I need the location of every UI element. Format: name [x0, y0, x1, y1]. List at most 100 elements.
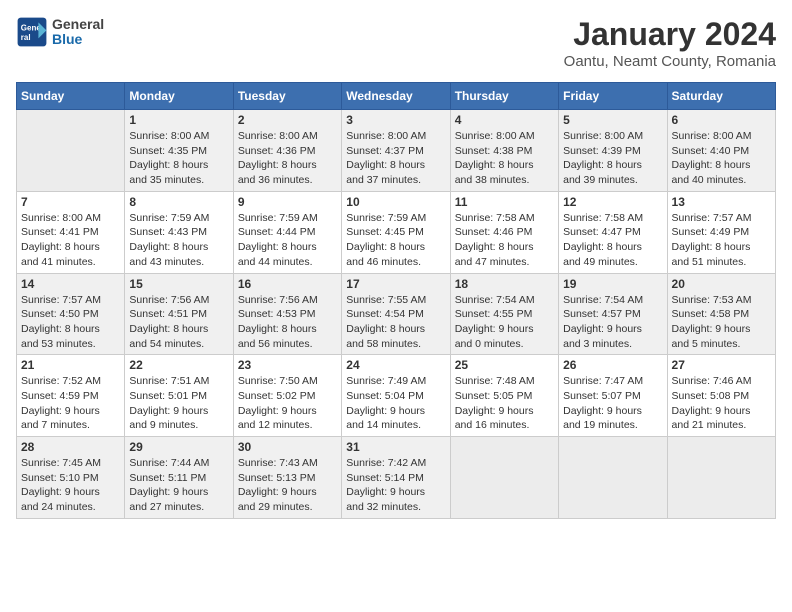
day-number: 31 — [346, 440, 445, 454]
day-number: 27 — [672, 358, 771, 372]
day-of-week-header: Wednesday — [342, 83, 450, 110]
calendar-day-cell: 1 Sunrise: 8:00 AMSunset: 4:35 PMDaylight… — [125, 110, 233, 192]
day-number: 29 — [129, 440, 228, 454]
calendar-day-cell — [667, 437, 775, 519]
day-number: 6 — [672, 113, 771, 127]
logo-text: General Blue — [52, 17, 104, 48]
calendar-day-cell: 30 Sunrise: 7:43 AMSunset: 5:13 PMDayligh… — [233, 437, 341, 519]
day-number: 13 — [672, 195, 771, 209]
day-info: Sunrise: 7:51 AMSunset: 5:01 PMDaylight:… — [129, 374, 228, 433]
day-number: 17 — [346, 277, 445, 291]
day-info: Sunrise: 7:52 AMSunset: 4:59 PMDaylight:… — [21, 374, 120, 433]
calendar-day-cell: 27 Sunrise: 7:46 AMSunset: 5:08 PMDayligh… — [667, 355, 775, 437]
calendar-header-row: SundayMondayTuesdayWednesdayThursdayFrid… — [17, 83, 776, 110]
day-info: Sunrise: 7:50 AMSunset: 5:02 PMDaylight:… — [238, 374, 337, 433]
day-info: Sunrise: 7:59 AMSunset: 4:44 PMDaylight:… — [238, 211, 337, 270]
calendar-day-cell: 9 Sunrise: 7:59 AMSunset: 4:44 PMDaylight… — [233, 191, 341, 273]
day-info: Sunrise: 7:57 AMSunset: 4:49 PMDaylight:… — [672, 211, 771, 270]
calendar-day-cell: 31 Sunrise: 7:42 AMSunset: 5:14 PMDayligh… — [342, 437, 450, 519]
calendar-day-cell: 16 Sunrise: 7:56 AMSunset: 4:53 PMDayligh… — [233, 273, 341, 355]
day-of-week-header: Sunday — [17, 83, 125, 110]
day-number: 14 — [21, 277, 120, 291]
day-number: 28 — [21, 440, 120, 454]
calendar-day-cell: 29 Sunrise: 7:44 AMSunset: 5:11 PMDayligh… — [125, 437, 233, 519]
day-number: 26 — [563, 358, 662, 372]
page-header: Gene ral General Blue January 2024 Oantu… — [16, 16, 776, 70]
calendar-day-cell: 12 Sunrise: 7:58 AMSunset: 4:47 PMDayligh… — [559, 191, 667, 273]
day-info: Sunrise: 8:00 AMSunset: 4:38 PMDaylight:… — [455, 129, 554, 188]
day-number: 3 — [346, 113, 445, 127]
day-of-week-header: Tuesday — [233, 83, 341, 110]
day-number: 22 — [129, 358, 228, 372]
day-info: Sunrise: 7:49 AMSunset: 5:04 PMDaylight:… — [346, 374, 445, 433]
svg-text:Gene: Gene — [21, 23, 42, 32]
calendar-day-cell: 7 Sunrise: 8:00 AMSunset: 4:41 PMDaylight… — [17, 191, 125, 273]
day-number: 12 — [563, 195, 662, 209]
day-number: 16 — [238, 277, 337, 291]
day-info: Sunrise: 7:46 AMSunset: 5:08 PMDaylight:… — [672, 374, 771, 433]
day-number: 9 — [238, 195, 337, 209]
day-number: 1 — [129, 113, 228, 127]
day-number: 11 — [455, 195, 554, 209]
day-number: 19 — [563, 277, 662, 291]
day-info: Sunrise: 7:44 AMSunset: 5:11 PMDaylight:… — [129, 456, 228, 515]
calendar-day-cell: 8 Sunrise: 7:59 AMSunset: 4:43 PMDaylight… — [125, 191, 233, 273]
location-title: Oantu, Neamt County, Romania — [564, 53, 776, 70]
day-number: 15 — [129, 277, 228, 291]
calendar-day-cell: 17 Sunrise: 7:55 AMSunset: 4:54 PMDayligh… — [342, 273, 450, 355]
day-info: Sunrise: 7:59 AMSunset: 4:43 PMDaylight:… — [129, 211, 228, 270]
calendar-day-cell: 23 Sunrise: 7:50 AMSunset: 5:02 PMDayligh… — [233, 355, 341, 437]
calendar-day-cell: 25Sunrise: 7:48 AMSunset: 5:05 PMDayligh… — [450, 355, 558, 437]
calendar-day-cell: 13 Sunrise: 7:57 AMSunset: 4:49 PMDayligh… — [667, 191, 775, 273]
day-info: Sunrise: 8:00 AMSunset: 4:37 PMDaylight:… — [346, 129, 445, 188]
calendar-day-cell: 15 Sunrise: 7:56 AMSunset: 4:51 PMDayligh… — [125, 273, 233, 355]
calendar-table: SundayMondayTuesdayWednesdayThursdayFrid… — [16, 82, 776, 519]
logo-icon: Gene ral — [16, 16, 48, 48]
day-info: Sunrise: 7:58 AMSunset: 4:47 PMDaylight:… — [563, 211, 662, 270]
day-info: Sunrise: 7:56 AMSunset: 4:51 PMDaylight:… — [129, 293, 228, 352]
calendar-week-row: 1 Sunrise: 8:00 AMSunset: 4:35 PMDaylight… — [17, 110, 776, 192]
day-of-week-header: Thursday — [450, 83, 558, 110]
day-number: 23 — [238, 358, 337, 372]
calendar-day-cell — [17, 110, 125, 192]
day-info: Sunrise: 7:48 AMSunset: 5:05 PMDaylight:… — [455, 374, 554, 433]
day-info: Sunrise: 7:55 AMSunset: 4:54 PMDaylight:… — [346, 293, 445, 352]
day-number: 10 — [346, 195, 445, 209]
day-number: 24 — [346, 358, 445, 372]
calendar-day-cell: 11 Sunrise: 7:58 AMSunset: 4:46 PMDayligh… — [450, 191, 558, 273]
calendar-day-cell: 14Sunrise: 7:57 AMSunset: 4:50 PMDayligh… — [17, 273, 125, 355]
calendar-week-row: 14Sunrise: 7:57 AMSunset: 4:50 PMDayligh… — [17, 273, 776, 355]
day-info: Sunrise: 7:56 AMSunset: 4:53 PMDaylight:… — [238, 293, 337, 352]
svg-text:ral: ral — [21, 33, 31, 42]
calendar-day-cell: 10 Sunrise: 7:59 AMSunset: 4:45 PMDayligh… — [342, 191, 450, 273]
day-of-week-header: Monday — [125, 83, 233, 110]
calendar-day-cell: 21 Sunrise: 7:52 AMSunset: 4:59 PMDayligh… — [17, 355, 125, 437]
day-number: 30 — [238, 440, 337, 454]
calendar-day-cell: 24 Sunrise: 7:49 AMSunset: 5:04 PMDayligh… — [342, 355, 450, 437]
day-info: Sunrise: 7:43 AMSunset: 5:13 PMDaylight:… — [238, 456, 337, 515]
day-info: Sunrise: 7:45 AMSunset: 5:10 PMDaylight:… — [21, 456, 120, 515]
day-info: Sunrise: 8:00 AMSunset: 4:35 PMDaylight:… — [129, 129, 228, 188]
day-info: Sunrise: 8:00 AMSunset: 4:36 PMDaylight:… — [238, 129, 337, 188]
calendar-day-cell: 5Sunrise: 8:00 AMSunset: 4:39 PMDaylight… — [559, 110, 667, 192]
day-info: Sunrise: 8:00 AMSunset: 4:41 PMDaylight:… — [21, 211, 120, 270]
day-info: Sunrise: 8:00 AMSunset: 4:39 PMDaylight:… — [563, 129, 662, 188]
calendar-day-cell: 19 Sunrise: 7:54 AMSunset: 4:57 PMDayligh… — [559, 273, 667, 355]
day-number: 20 — [672, 277, 771, 291]
day-info: Sunrise: 7:42 AMSunset: 5:14 PMDaylight:… — [346, 456, 445, 515]
day-number: 18 — [455, 277, 554, 291]
title-section: January 2024 Oantu, Neamt County, Romani… — [564, 16, 776, 70]
logo: Gene ral General Blue — [16, 16, 104, 48]
calendar-day-cell: 20Sunrise: 7:53 AMSunset: 4:58 PMDayligh… — [667, 273, 775, 355]
day-number: 21 — [21, 358, 120, 372]
day-info: Sunrise: 7:47 AMSunset: 5:07 PMDaylight:… — [563, 374, 662, 433]
day-number: 7 — [21, 195, 120, 209]
day-number: 8 — [129, 195, 228, 209]
calendar-day-cell: 28 Sunrise: 7:45 AMSunset: 5:10 PMDayligh… — [17, 437, 125, 519]
day-info: Sunrise: 7:59 AMSunset: 4:45 PMDaylight:… — [346, 211, 445, 270]
day-info: Sunrise: 7:54 AMSunset: 4:57 PMDaylight:… — [563, 293, 662, 352]
day-info: Sunrise: 7:58 AMSunset: 4:46 PMDaylight:… — [455, 211, 554, 270]
calendar-day-cell — [559, 437, 667, 519]
day-info: Sunrise: 7:54 AMSunset: 4:55 PMDaylight:… — [455, 293, 554, 352]
month-title: January 2024 — [564, 16, 776, 53]
